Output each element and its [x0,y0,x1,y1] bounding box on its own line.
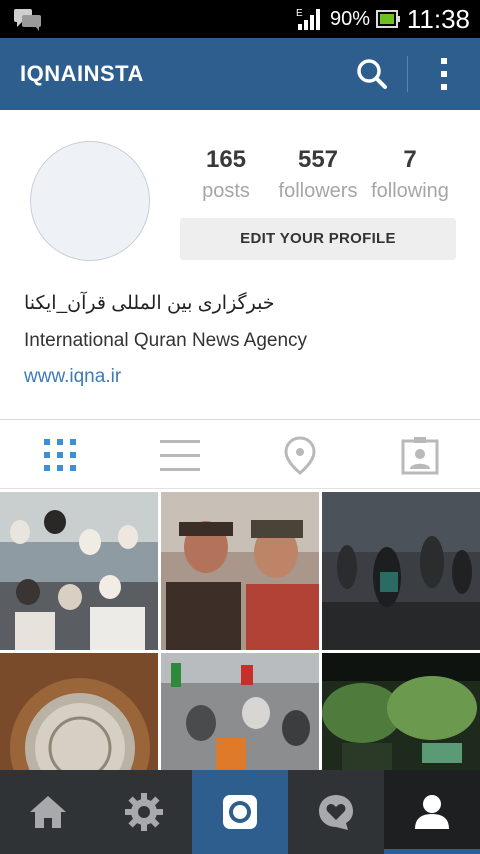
nav-profile[interactable] [384,770,480,854]
search-icon[interactable] [356,58,388,90]
app-bar-separator [407,56,408,92]
battery-charging-icon [376,10,400,28]
photo-thumbnail[interactable] [161,492,319,650]
bottom-navigation [0,770,480,854]
divider [0,488,480,489]
avatar[interactable] [30,141,150,261]
following-stat[interactable]: 7 following [366,146,454,203]
explore-star-icon [125,793,163,831]
following-label: following [371,180,449,202]
battery-percentage: 90% [330,8,371,30]
followers-count: 557 [297,146,339,173]
app-title: IQNAINSTA [20,61,144,86]
divider [0,419,480,420]
list-icon[interactable] [160,435,200,475]
photo-thumbnail[interactable] [322,492,480,650]
posts-label: posts [202,180,250,202]
nav-activity[interactable] [288,770,384,854]
posts-stat[interactable]: 165 posts [192,146,260,203]
followers-stat[interactable]: 557 followers [274,146,362,203]
app-bar: IQNAINSTA [0,38,480,110]
clock: 11:38 [406,4,470,34]
svg-text:E: E [296,8,303,19]
followers-label: followers [278,180,358,202]
bio-persian-name: خبرگزاری بین المللی قرآن_ایکنا [24,293,275,314]
following-count: 7 [403,146,417,173]
active-tab-indicator [384,849,480,854]
heart-bubble-icon [319,795,353,830]
photo-thumbnail[interactable] [322,653,480,770]
nav-home[interactable] [0,770,96,854]
website-link[interactable]: www.iqna.ir [24,366,121,388]
photo-thumbnail[interactable] [0,492,158,650]
camera-icon [223,795,257,829]
chat-notification-icon [14,9,41,31]
home-icon [30,796,66,828]
location-pin-icon[interactable] [280,435,320,475]
nav-camera[interactable] [192,770,288,854]
grid-icon[interactable] [40,435,80,475]
profile-icon [415,795,449,829]
overflow-menu-icon[interactable] [430,56,458,92]
edit-profile-button[interactable]: EDIT YOUR PROFILE [180,218,456,260]
nav-explore[interactable] [96,770,192,854]
bio-english-name: International Quran News Agency [24,330,308,351]
photo-thumbnail[interactable] [0,653,158,770]
photo-thumbnail[interactable] [161,653,319,770]
tagged-photos-icon[interactable] [400,435,440,475]
signal-icon: E [296,8,320,30]
posts-count: 165 [205,146,247,173]
status-bar: E 90% 11:38 [0,0,480,38]
